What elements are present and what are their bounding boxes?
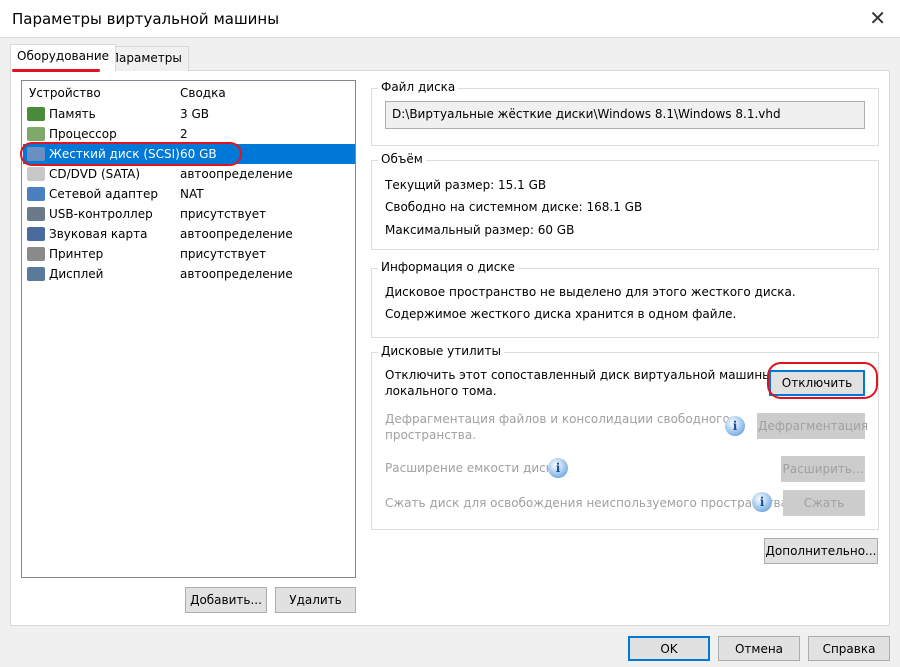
annotation-ring-unmap <box>767 362 878 399</box>
group-title: Информация о диске <box>378 260 518 274</box>
network-adapter-icon <box>27 187 45 201</box>
tab-hardware[interactable]: Оборудование <box>10 44 116 71</box>
device-name: CD/DVD (SATA) <box>49 167 141 181</box>
device-summary: NAT <box>180 187 204 201</box>
device-name: USB-контроллер <box>49 207 153 221</box>
annotation-ring-disk <box>20 142 242 166</box>
cd-dvd-icon <box>27 167 45 181</box>
device-summary: 2 <box>180 127 188 141</box>
device-summary: автоопределение <box>180 227 293 241</box>
device-name: Звуковая карта <box>49 227 148 241</box>
disk-info-group: Информация о диске Дисковое пространство… <box>371 260 879 338</box>
device-summary: автоопределение <box>180 267 293 281</box>
group-title: Дисковые утилиты <box>378 344 504 358</box>
device-row[interactable]: Дисплей автоопределение <box>23 264 355 284</box>
defrag-button[interactable]: Дефрагментация <box>757 413 868 439</box>
info-icon[interactable]: i <box>752 492 772 512</box>
add-button[interactable]: Добавить... <box>185 587 267 613</box>
expand-button[interactable]: Расширить... <box>781 456 865 482</box>
group-title: Объём <box>378 152 426 166</box>
annotation-underline <box>12 69 100 72</box>
tab-label: Параметры <box>110 51 182 65</box>
disk-file-group: Файл диска D:\Виртуальные жёсткие диски\… <box>371 80 879 146</box>
device-summary: присутствует <box>180 207 267 221</box>
compact-description: Сжать диск для освобождения неиспользуем… <box>385 496 792 510</box>
disk-path-field[interactable]: D:\Виртуальные жёсткие диски\Windows 8.1… <box>385 101 865 129</box>
device-row[interactable]: USB-контроллер присутствует <box>23 204 355 224</box>
list-header: Устройство Сводка <box>23 83 355 103</box>
compact-button[interactable]: Сжать <box>783 490 865 516</box>
current-size: Текущий размер: 15.1 GB <box>385 178 547 192</box>
remove-button[interactable]: Удалить <box>275 587 356 613</box>
memory-icon <box>27 107 45 121</box>
disk-info-line: Дисковое пространство не выделено для эт… <box>385 285 796 299</box>
group-title: Файл диска <box>378 80 459 94</box>
column-header-device[interactable]: Устройство <box>29 83 101 103</box>
device-name: Память <box>49 107 96 121</box>
device-name: Дисплей <box>49 267 104 281</box>
column-header-summary[interactable]: Сводка <box>180 83 226 103</box>
help-button[interactable]: Справка <box>808 636 890 661</box>
advanced-button[interactable]: Дополнительно... <box>764 538 878 564</box>
capacity-group: Объём Текущий размер: 15.1 GB Свободно н… <box>371 152 879 250</box>
device-name: Принтер <box>49 247 104 261</box>
cancel-button[interactable]: Отмена <box>718 636 800 661</box>
device-summary: автоопределение <box>180 167 293 181</box>
unmap-description: Отключить этот сопоставленный диск вирту… <box>385 368 790 382</box>
device-summary: присутствует <box>180 247 267 261</box>
device-name: Процессор <box>49 127 117 141</box>
tab-label: Оборудование <box>17 49 109 63</box>
title-bar: Параметры виртуальной машины ✕ <box>0 0 900 38</box>
max-size: Максимальный размер: 60 GB <box>385 223 575 237</box>
window-title: Параметры виртуальной машины <box>12 10 280 28</box>
processor-icon <box>27 127 45 141</box>
device-row[interactable]: Принтер присутствует <box>23 244 355 264</box>
printer-icon <box>27 247 45 261</box>
close-icon[interactable]: ✕ <box>869 6 886 30</box>
info-icon[interactable]: i <box>548 458 568 478</box>
device-row[interactable]: Звуковая карта автоопределение <box>23 224 355 244</box>
expand-description: Расширение емкости диска. <box>385 461 565 475</box>
device-row[interactable]: Процессор 2 <box>23 124 355 144</box>
ok-button[interactable]: OK <box>628 636 710 661</box>
device-row[interactable]: CD/DVD (SATA) автоопределение <box>23 164 355 184</box>
defrag-description: пространства. <box>385 428 477 442</box>
usb-icon <box>27 207 45 221</box>
defrag-description: Дефрагментация файлов и консолидации сво… <box>385 412 730 426</box>
unmap-description: локального тома. <box>385 384 497 398</box>
device-row[interactable]: Сетевой адаптер NAT <box>23 184 355 204</box>
device-name: Сетевой адаптер <box>49 187 159 201</box>
free-space: Свободно на системном диске: 168.1 GB <box>385 200 643 214</box>
device-row[interactable]: Память 3 GB <box>23 104 355 124</box>
info-icon[interactable]: i <box>725 416 745 436</box>
device-summary: 3 GB <box>180 107 209 121</box>
disk-info-line: Содержимое жесткого диска хранится в одн… <box>385 307 737 321</box>
sound-card-icon <box>27 227 45 241</box>
display-icon <box>27 267 45 281</box>
